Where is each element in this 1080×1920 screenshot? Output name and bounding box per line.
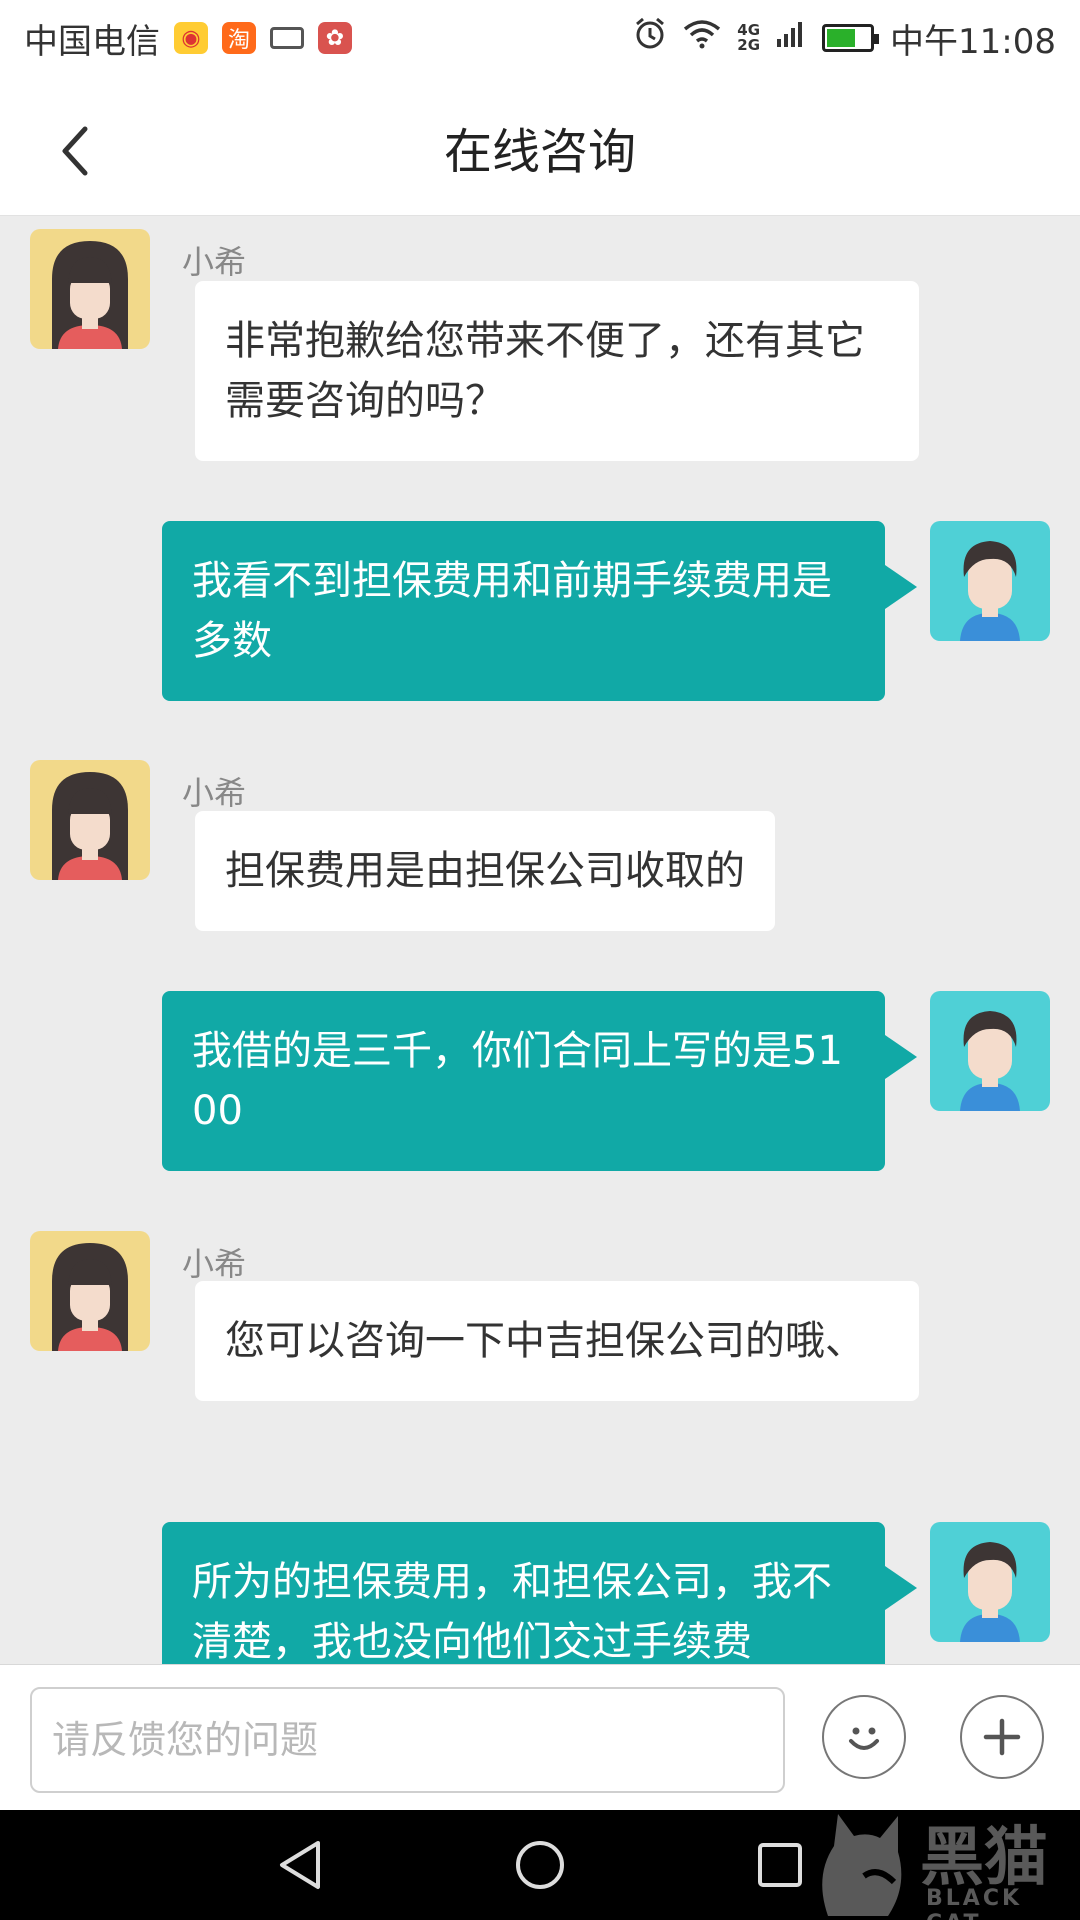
status-bar: 中国电信 ◉ 淘 ✿ 4G 2G 中午11:08 — [0, 0, 1080, 76]
add-attachment-button[interactable] — [960, 1695, 1044, 1779]
nav-home-button[interactable] — [510, 1835, 570, 1895]
input-bar — [0, 1664, 1080, 1810]
message-bubble: 担保费用是由担保公司收取的 — [195, 811, 775, 931]
user-avatar — [930, 991, 1050, 1111]
network-type: 4G 2G — [737, 21, 761, 54]
square-recent-icon — [758, 1843, 802, 1887]
signal-icon — [776, 18, 806, 58]
user-avatar — [930, 1522, 1050, 1642]
status-bar-left: 中国电信 ◉ 淘 ✿ — [24, 14, 352, 63]
emoji-button[interactable] — [822, 1695, 906, 1779]
nav-recent-button[interactable] — [750, 1835, 810, 1895]
agent-avatar — [30, 760, 150, 880]
nav-back-button[interactable] — [270, 1835, 330, 1895]
battery-icon — [822, 24, 880, 52]
status-bar-right: 4G 2G 中午11:08 — [633, 14, 1056, 63]
feedback-input[interactable] — [30, 1687, 785, 1793]
system-nav-bar — [0, 1810, 1080, 1920]
triangle-back-icon — [280, 1841, 320, 1889]
message-bubble: 我借的是三千，你们合同上写的是5100 — [162, 991, 917, 1171]
chat-list[interactable]: 小希 非常抱歉给您带来不便了，还有其它需要咨询的吗？ 我看不到担保费用和前期手续… — [0, 217, 1080, 1664]
smiley-icon — [849, 1727, 879, 1750]
plus-icon — [983, 1718, 1021, 1756]
message-bubble: 您可以咨询一下中吉担保公司的哦、 — [195, 1281, 919, 1401]
wifi-icon — [683, 18, 721, 58]
header: 在线咨询 — [0, 76, 1080, 216]
agent-name: 小希 — [182, 774, 247, 812]
agent-name: 小希 — [182, 1245, 247, 1283]
message-bubble: 我看不到担保费用和前期手续费用是多数 — [162, 521, 917, 701]
circle-home-icon — [516, 1841, 564, 1889]
agent-avatar — [30, 229, 150, 349]
agent-avatar — [30, 1231, 150, 1351]
message-bubble: 非常抱歉给您带来不便了，还有其它需要咨询的吗？ — [195, 281, 919, 461]
weibo-icon: ◉ — [174, 22, 208, 54]
agent-name: 小希 — [182, 243, 247, 281]
message-bubble: 所为的担保费用，和担保公司，我不清楚，我也没向他们交过手续费 — [162, 1522, 917, 1664]
keyboard-icon — [270, 27, 304, 49]
huawei-icon: ✿ — [318, 22, 352, 54]
alarm-icon — [633, 17, 667, 60]
user-avatar — [930, 521, 1050, 641]
taobao-icon: 淘 — [222, 22, 256, 54]
page-title: 在线咨询 — [443, 124, 636, 180]
clock: 中午11:08 — [890, 21, 1056, 62]
carrier-label: 中国电信 — [24, 21, 160, 62]
